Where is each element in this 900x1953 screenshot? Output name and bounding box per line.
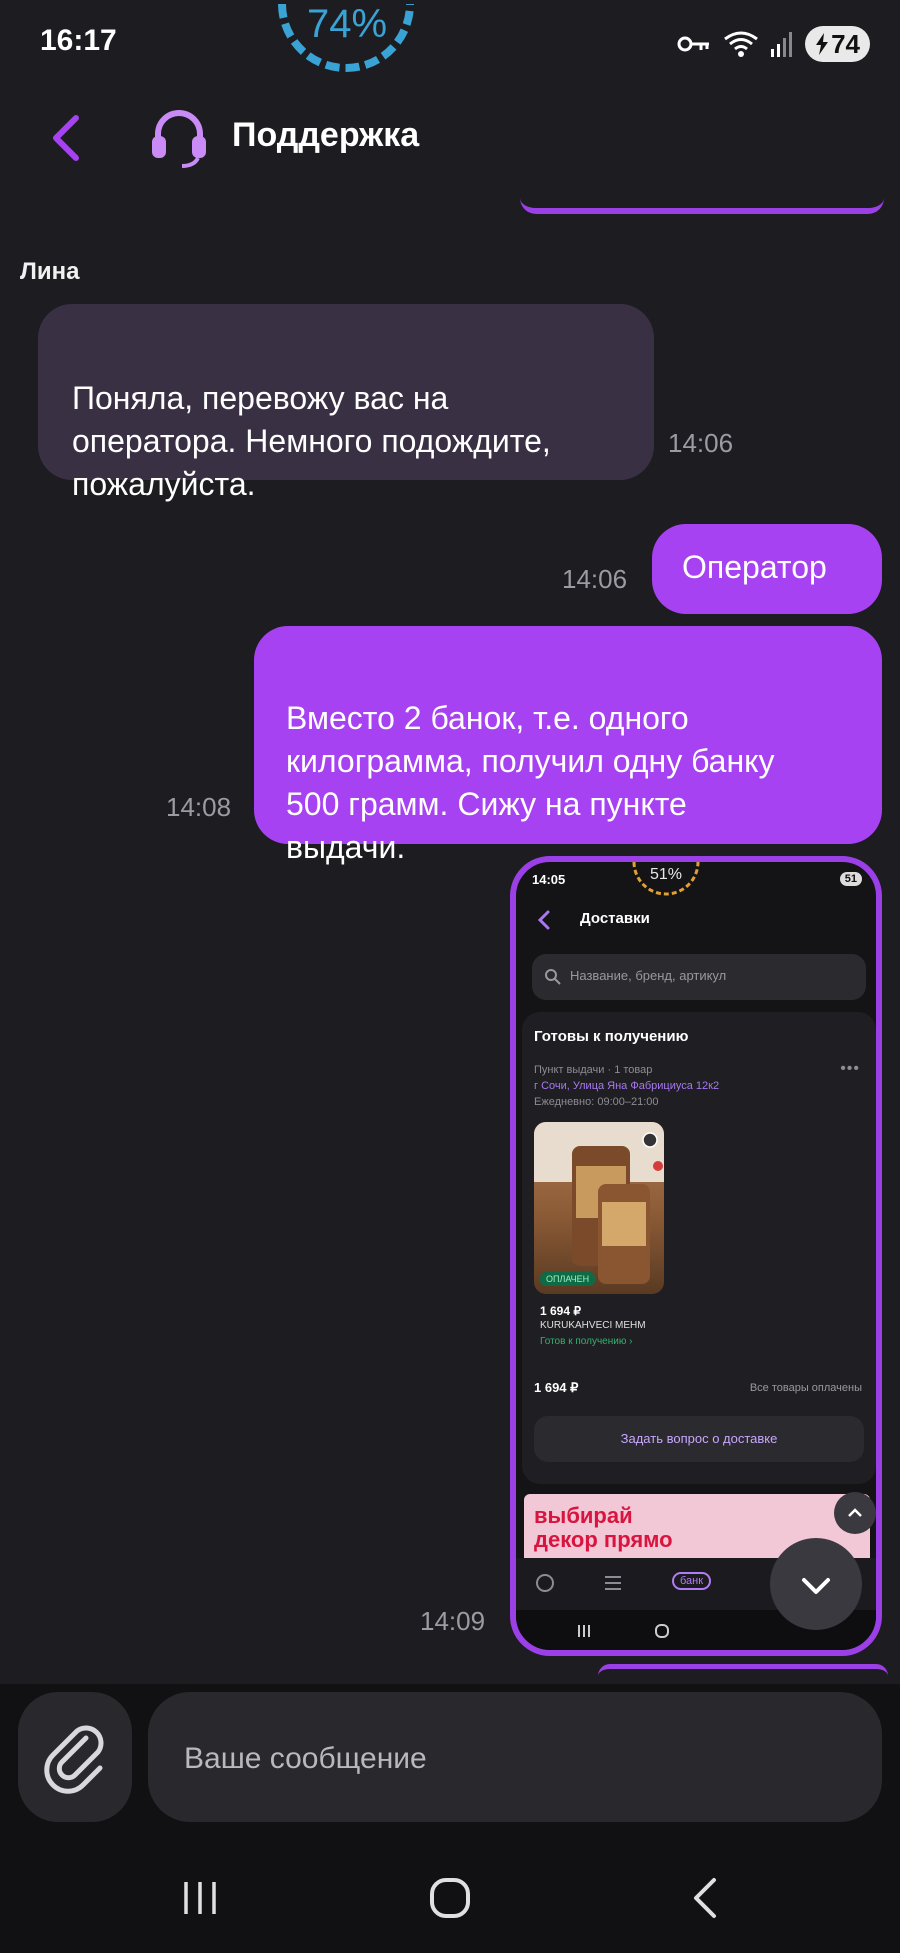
message-text: Оператор <box>682 549 827 585</box>
image-attachment[interactable]: 14:05 51% 51 Доставки Название, бренд, а… <box>510 856 882 1656</box>
attach-button[interactable] <box>18 1692 132 1822</box>
search-icon <box>545 969 561 985</box>
all-paid-label: Все товары оплачены <box>749 1382 862 1394</box>
chevron-up-icon <box>848 1508 862 1517</box>
message-time: 14:06 <box>668 428 734 458</box>
embedded-ask-button: Задать вопрос о доставке <box>534 1416 864 1462</box>
message-time: 14:06 <box>562 564 628 594</box>
back-icon[interactable] <box>686 1876 726 1920</box>
paperclip-icon <box>44 1725 104 1794</box>
embedded-address: г Сочи, Улица Яна Фабрициуса 12к2 <box>534 1080 720 1092</box>
embedded-title: Доставки <box>580 910 650 927</box>
message-bubble-incoming[interactable]: Поняла, перевожу вас на оператора. Немно… <box>38 304 654 502</box>
embedded-section-title: Готовы к получению <box>534 1028 689 1045</box>
message-composer: Ваше сообщение <box>0 1684 900 1844</box>
coffee-jars-illustration <box>534 1122 664 1284</box>
embedded-scroll-up-button <box>834 1492 876 1534</box>
bank-tab: банк <box>672 1572 712 1590</box>
embedded-status-bar: 14:05 51% 51 <box>516 862 876 898</box>
more-icon: ••• <box>840 1060 860 1077</box>
embedded-battery: 51 <box>839 872 862 886</box>
embedded-delivery-card: Готовы к получению Пункт выдачи · 1 това… <box>522 1012 876 1484</box>
message-time: 14:08 <box>166 792 232 822</box>
embedded-pickup-type: Пункт выдачи · 1 товар <box>534 1064 653 1076</box>
gauge-percent: 74% <box>306 2 388 46</box>
scroll-down-button[interactable] <box>770 1538 862 1630</box>
embedded-hours: Ежедневно: 09:00–21:00 <box>534 1096 659 1108</box>
embedded-time: 14:05 <box>532 872 566 887</box>
embedded-home-icon <box>655 1624 669 1638</box>
home-tab-icon <box>536 1574 554 1592</box>
status-icons: 74 <box>677 24 870 64</box>
message-text: Вместо 2 банок, т.е. одного килограмма, … <box>286 700 775 865</box>
status-bar: 16:17 74% 74 <box>0 0 900 88</box>
next-message-edge <box>598 1664 888 1676</box>
embedded-search-placeholder: Название, бренд, артикул <box>570 968 727 983</box>
sender-name: Лина <box>20 258 80 285</box>
paid-badge: ОПЛАЧЕН <box>540 1272 596 1286</box>
product-image: ОПЛАЧЕН <box>534 1122 664 1294</box>
embedded-search-field: Название, бренд, артикул <box>532 954 866 1000</box>
item-status: Готов к получению › <box>540 1336 633 1347</box>
page-title: Поддержка <box>232 116 420 154</box>
chat-header: Поддержка <box>0 96 900 180</box>
battery-indicator: 74 <box>805 26 870 62</box>
embedded-back-icon <box>537 910 550 930</box>
message-placeholder: Ваше сообщение <box>184 1742 427 1775</box>
item-price: 1 694 ₽ <box>540 1304 581 1318</box>
system-navigation-bar <box>0 1844 900 1953</box>
total-price: 1 694 ₽ <box>534 1380 579 1395</box>
previous-message-edge <box>520 198 884 214</box>
message-bubble-outgoing[interactable]: Оператор <box>652 524 882 614</box>
home-icon[interactable] <box>428 1876 472 1920</box>
charging-icon <box>816 33 829 55</box>
battery-level: 74 <box>831 28 860 59</box>
chevron-left-icon[interactable] <box>44 110 90 166</box>
promo-banner-text: выбирай декор прямо <box>534 1503 673 1552</box>
catalog-tab-icon <box>605 1576 621 1590</box>
embedded-recents-icon <box>578 1625 590 1637</box>
key-icon <box>677 36 710 52</box>
headset-icon <box>152 110 206 168</box>
item-name: KURUKAHVECI MEHM <box>540 1320 646 1331</box>
embedded-gauge-percent: 51% <box>649 866 683 883</box>
recents-icon[interactable] <box>180 1878 220 1918</box>
message-text: Поняла, перевожу вас на оператора. Немно… <box>72 380 551 502</box>
signal-icon <box>771 32 793 57</box>
status-time: 16:17 <box>40 24 117 57</box>
wifi-icon <box>724 31 758 57</box>
message-time: 14:09 <box>420 1606 486 1636</box>
message-bubble-outgoing[interactable]: Вместо 2 банок, т.е. одного килограмма, … <box>254 626 882 865</box>
chevron-down-icon <box>802 1578 830 1594</box>
